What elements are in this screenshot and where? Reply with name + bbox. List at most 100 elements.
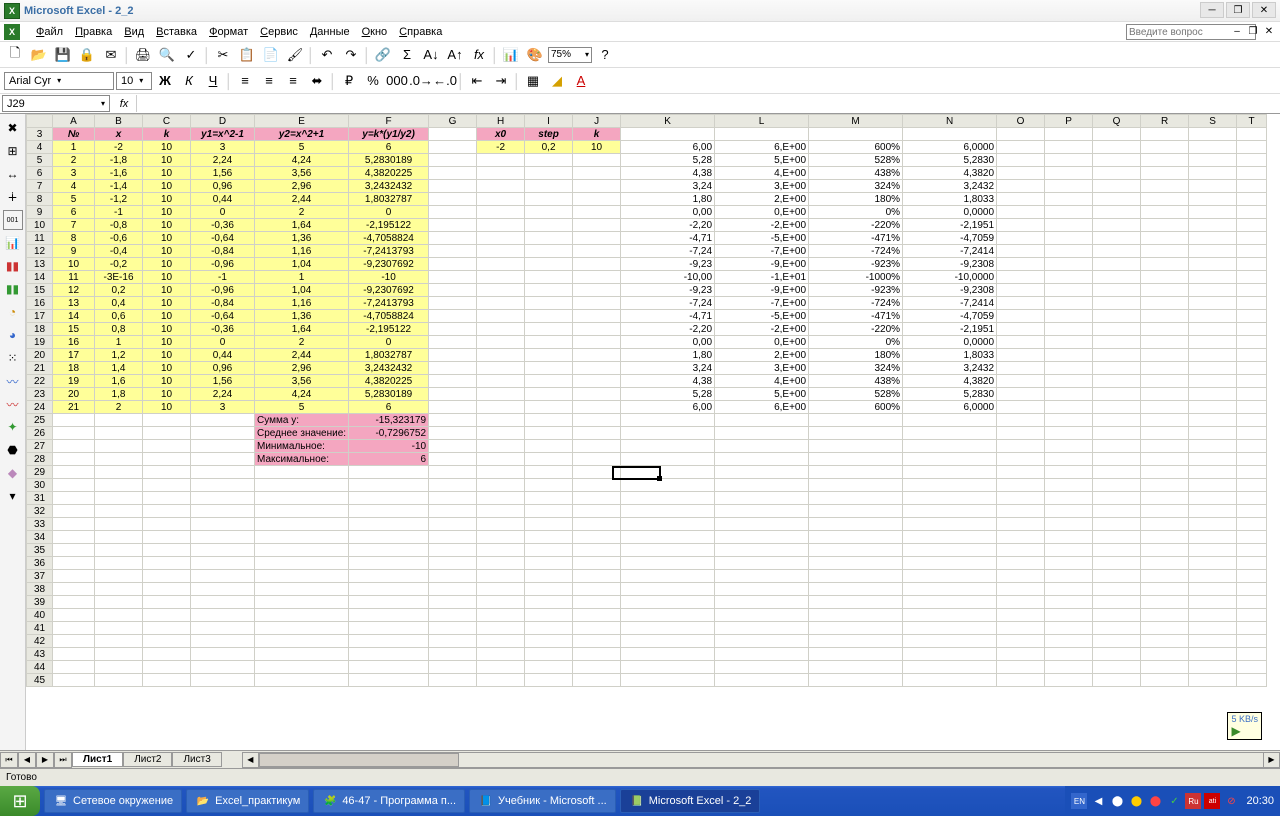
cell[interactable] (997, 466, 1045, 479)
cell[interactable] (1093, 648, 1141, 661)
cell[interactable] (429, 544, 477, 557)
cell[interactable] (429, 622, 477, 635)
italic-button[interactable]: К (178, 70, 200, 92)
increase-indent-icon[interactable]: ⇥ (490, 70, 512, 92)
cell[interactable] (903, 505, 997, 518)
cell[interactable]: 2,24 (191, 388, 255, 401)
cell[interactable]: 4 (53, 180, 95, 193)
cell[interactable]: 1,8033 (903, 349, 997, 362)
column-header[interactable]: I (525, 115, 573, 128)
row-header[interactable]: 6 (27, 167, 53, 180)
cell[interactable] (143, 453, 191, 466)
cell[interactable] (191, 661, 255, 674)
cell[interactable] (1141, 596, 1189, 609)
function-icon[interactable]: fx (468, 44, 490, 66)
cell[interactable] (191, 427, 255, 440)
cell[interactable]: -3E-16 (95, 271, 143, 284)
cell[interactable]: 4,3820225 (349, 167, 429, 180)
cell[interactable] (1189, 427, 1237, 440)
cell[interactable]: 600% (809, 141, 903, 154)
cell[interactable]: -7,2413793 (349, 245, 429, 258)
preview-icon[interactable]: 🔍 (156, 44, 178, 66)
cell[interactable] (525, 492, 573, 505)
cell[interactable]: 1 (53, 141, 95, 154)
cell[interactable] (621, 648, 715, 661)
cell[interactable] (809, 531, 903, 544)
cell[interactable] (573, 271, 621, 284)
cell[interactable]: 10 (143, 284, 191, 297)
cell[interactable]: 6,0000 (903, 141, 997, 154)
cell[interactable] (1093, 375, 1141, 388)
cell[interactable] (573, 583, 621, 596)
cell[interactable] (143, 622, 191, 635)
cell[interactable] (1093, 466, 1141, 479)
cell[interactable] (1045, 375, 1093, 388)
tray-icon[interactable]: ◀ (1090, 793, 1106, 809)
cell[interactable] (1093, 284, 1141, 297)
cell[interactable]: -9,E+00 (715, 284, 809, 297)
cell[interactable] (255, 674, 349, 687)
cell[interactable]: -2 (95, 141, 143, 154)
cell[interactable] (143, 544, 191, 557)
cell[interactable]: 3,24 (621, 362, 715, 375)
sort-asc-icon[interactable]: A↓ (420, 44, 442, 66)
cell[interactable]: -4,71 (621, 232, 715, 245)
cell[interactable]: 7 (53, 219, 95, 232)
cell[interactable] (53, 661, 95, 674)
cell[interactable] (715, 479, 809, 492)
cell[interactable] (1237, 466, 1267, 479)
cell[interactable] (429, 674, 477, 687)
tool-icon[interactable]: ↔ (3, 164, 23, 184)
taskbar-button[interactable]: 🖥Сетевое окружение (44, 789, 182, 813)
paste-icon[interactable]: 📄 (260, 44, 282, 66)
cell[interactable] (525, 622, 573, 635)
menu-item[interactable]: Сервис (254, 24, 304, 40)
cell[interactable] (95, 596, 143, 609)
cell[interactable]: 5,E+00 (715, 388, 809, 401)
cell[interactable] (809, 648, 903, 661)
cell[interactable] (1045, 336, 1093, 349)
zoom-combo[interactable]: 75% (548, 47, 592, 63)
cell[interactable] (573, 297, 621, 310)
cell[interactable]: 16 (53, 336, 95, 349)
cell[interactable] (1237, 674, 1267, 687)
cell[interactable] (1237, 154, 1267, 167)
cell[interactable] (903, 583, 997, 596)
cell[interactable] (1141, 154, 1189, 167)
borders-icon[interactable]: ▦ (522, 70, 544, 92)
cell[interactable]: -1000% (809, 271, 903, 284)
column-header[interactable]: B (95, 115, 143, 128)
decrease-decimal-icon[interactable]: ←.0 (434, 70, 456, 92)
cell[interactable] (95, 570, 143, 583)
cell[interactable] (429, 427, 477, 440)
menu-item[interactable]: Правка (69, 24, 118, 40)
cell[interactable] (429, 349, 477, 362)
cell[interactable] (525, 323, 573, 336)
lang-indicator[interactable]: Ru (1185, 793, 1201, 809)
cell[interactable] (95, 544, 143, 557)
menu-item[interactable]: Окно (356, 24, 394, 40)
bold-button[interactable]: Ж (154, 70, 176, 92)
cell[interactable] (1093, 570, 1141, 583)
cell[interactable] (1141, 557, 1189, 570)
cell[interactable]: 3,24 (621, 180, 715, 193)
cell[interactable]: 2,E+00 (715, 349, 809, 362)
cell[interactable] (1141, 427, 1189, 440)
cell[interactable] (191, 648, 255, 661)
row-header[interactable]: 32 (27, 505, 53, 518)
cell[interactable]: 1,56 (191, 375, 255, 388)
cell[interactable] (715, 531, 809, 544)
cell[interactable] (1093, 154, 1141, 167)
cell[interactable] (1141, 206, 1189, 219)
cell[interactable] (525, 232, 573, 245)
cell[interactable]: 528% (809, 388, 903, 401)
cell[interactable] (997, 206, 1045, 219)
cell[interactable] (997, 505, 1045, 518)
cell[interactable] (1189, 141, 1237, 154)
cell[interactable] (1189, 323, 1237, 336)
column-header[interactable]: M (809, 115, 903, 128)
cell[interactable] (903, 635, 997, 648)
cell[interactable] (191, 440, 255, 453)
column-header[interactable]: D (191, 115, 255, 128)
cell[interactable] (715, 453, 809, 466)
